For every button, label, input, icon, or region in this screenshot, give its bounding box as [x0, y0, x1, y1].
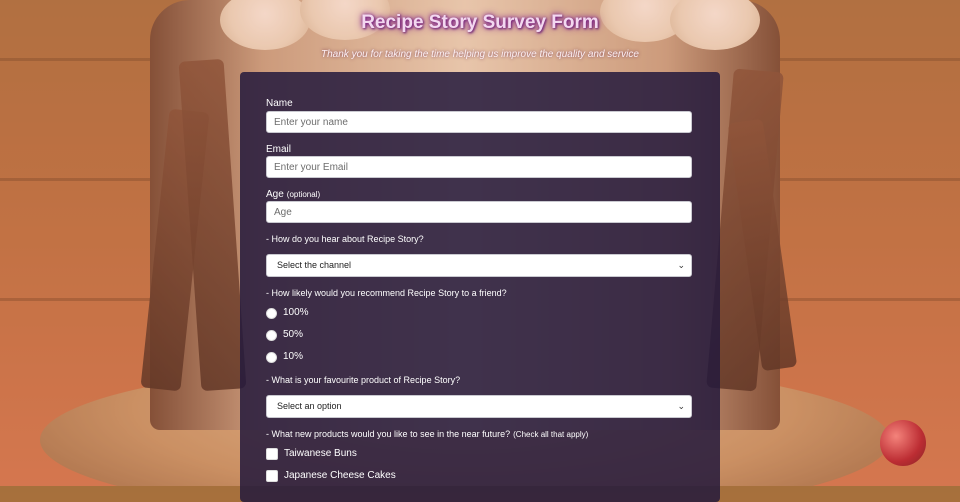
recommend-option-10[interactable]: 10% [266, 350, 303, 364]
recommend-question: - How likely would you recommend Recipe … [266, 288, 507, 298]
channel-selected-value: Select the channel [277, 260, 352, 270]
chevron-down-icon: ⌄ [677, 260, 685, 270]
email-input[interactable] [266, 156, 692, 178]
age-optional-note: (optional) [286, 190, 321, 199]
radio-button[interactable] [266, 307, 277, 319]
name-label: Name [266, 98, 293, 109]
chevron-down-icon: ⌄ [677, 401, 685, 411]
radio-button[interactable] [266, 329, 277, 341]
recommend-option-50[interactable]: 50% [266, 328, 303, 342]
channel-question: - How do you hear about Recipe Story? [266, 234, 424, 244]
new-product-option-taiwanese-buns[interactable]: Taiwanese Buns [266, 447, 357, 461]
page-title: Recipe Story Survey Form [361, 12, 599, 33]
new-product-option-japanese-cheese-cakes[interactable]: Japanese Cheese Cakes [266, 469, 396, 483]
favourite-select[interactable]: Select an option ⌄ [266, 395, 692, 418]
favourite-selected-value: Select an option [277, 401, 342, 411]
favourite-question: - What is your favourite product of Reci… [266, 375, 461, 385]
channel-select[interactable]: Select the channel ⌄ [266, 254, 692, 277]
checkbox[interactable] [266, 470, 278, 482]
recommend-option-100[interactable]: 100% [266, 306, 309, 320]
radio-button[interactable] [266, 351, 277, 363]
page-subtitle: Thank you for taking the time helping us… [321, 49, 639, 60]
name-input[interactable] [266, 111, 692, 133]
email-label: Email [266, 144, 292, 155]
age-label: Age (optional) [266, 189, 321, 200]
age-input[interactable] [266, 201, 692, 223]
check-all-note: (Check all that apply) [513, 430, 589, 439]
new-products-question: - What new products would you like to se… [266, 429, 589, 439]
checkbox[interactable] [266, 448, 278, 460]
